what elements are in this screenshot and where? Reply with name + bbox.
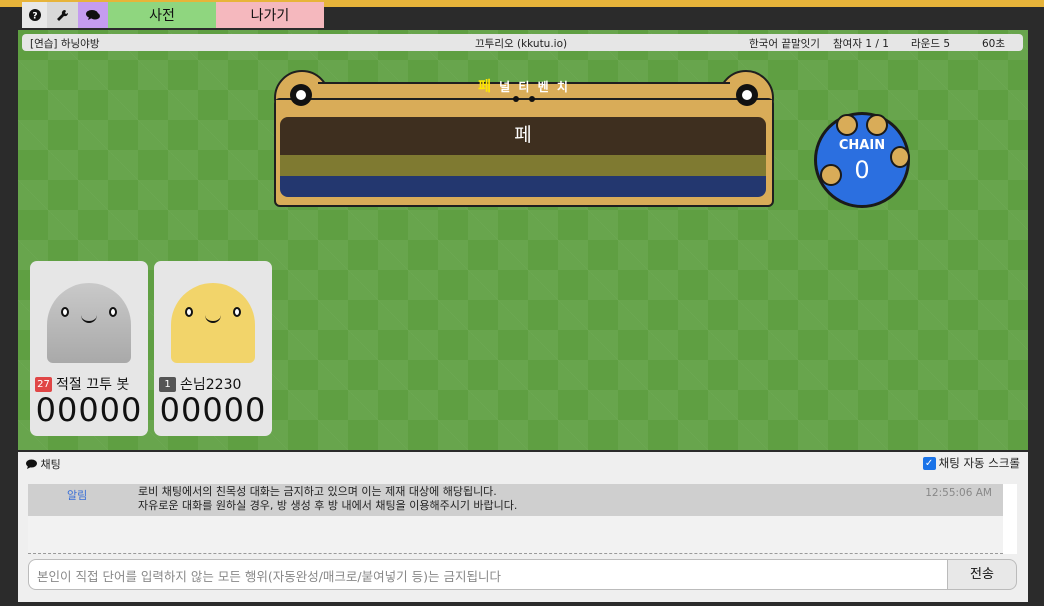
room-name: [연습] 하닝야방 [30,38,100,50]
chat-text: 로비 채팅에서의 친목성 대화는 금지하고 있으며 이는 제재 대상에 해당됩니… [138,485,517,513]
dictionary-button[interactable]: 사전 [108,2,216,28]
chat-text-line: 로비 채팅에서의 친목성 대화는 금지하고 있으며 이는 제재 대상에 해당됩니… [138,485,497,498]
chain-label: CHAIN [838,138,886,153]
chat-timestamp: 12:55:06 AM [925,487,992,499]
player-level-badge: 1 [159,376,176,392]
wrench-icon [57,9,69,21]
chat-bubble-icon [26,459,37,469]
help-button[interactable]: ? [22,2,47,28]
menu-bar: ? 사전 나가기 [22,2,324,28]
autoscroll-label: 채팅 자동 스크롤 [938,456,1020,470]
chat-input[interactable]: 본인이 직접 단어를 입력하지 않는 모든 행위(자동완성/매크로/붙여넣기 등… [28,559,958,590]
time-limit: 60초 [982,38,1006,50]
turn-timer-bar [280,155,766,176]
participant-count: 참여자 1 / 1 [833,38,889,50]
player-card[interactable]: 1 손님2230 00000 [154,261,272,436]
chat-toggle-button[interactable] [78,2,108,28]
server-name: 끄투리오 (kkutu.io) [475,38,568,50]
chain-counter: CHAIN 0 [814,110,914,210]
game-area: [연습] 하닝야방 끄투리오 (kkutu.io) 한국어 끝말잇기 참여자 1… [18,30,1028,450]
player-level-badge: 27 [35,376,52,392]
exit-button[interactable]: 나가기 [216,2,324,28]
player-score: 00000 [35,391,143,429]
player-card[interactable]: 27 적절 끄투 봇 00000 [30,261,148,436]
room-info-bar: [연습] 하닝야방 끄투리오 (kkutu.io) 한국어 끝말잇기 참여자 1… [22,34,1023,51]
chat-message: 알림 로비 채팅에서의 친목성 대화는 금지하고 있으며 이는 제재 대상에 해… [28,484,1003,516]
game-mode: 한국어 끝말잇기 [749,38,820,50]
autoscroll-checkbox[interactable]: ✓ [922,456,936,470]
svg-text:?: ? [32,12,37,22]
chat-panel: 채팅 ✓ 채팅 자동 스크롤 알림 로비 채팅에서의 친목성 대화는 금지하고 … [18,452,1028,602]
player-score: 00000 [159,391,267,429]
chat-sender: 알림 [67,489,88,502]
chat-scrollbar[interactable] [1003,484,1017,554]
autoscroll-toggle[interactable]: ✓ 채팅 자동 스크롤 [922,455,1020,471]
round-timer-bar [280,176,766,197]
chat-icon [86,10,100,20]
chain-value: 0 [854,156,870,184]
word-hint: 페 널 티 벤 치 [274,76,774,96]
chat-text-line: 자유로운 대화를 원하실 경우, 방 생성 후 방 내에서 채팅을 이용해주시기… [138,499,518,512]
hint-rest-chars: 널 티 벤 치 [493,80,570,94]
player-avatar [47,283,131,363]
word-board: 페 널 티 벤 치 페 [274,70,774,207]
player-avatar [171,283,255,363]
chat-header: 채팅 [26,456,61,472]
send-button[interactable]: 전송 [947,559,1017,590]
settings-button[interactable] [47,2,78,28]
turn-dots [513,96,537,102]
chat-title: 채팅 [40,458,61,471]
chat-log: 알림 로비 채팅에서의 친목성 대화는 금지하고 있으며 이는 제재 대상에 해… [28,484,1003,554]
round-info: 라운드 5 [911,38,950,50]
hint-first-char: 페 [478,79,493,95]
current-word: 페 [280,117,766,155]
help-icon: ? [28,9,41,22]
word-display: 페 [280,117,766,197]
